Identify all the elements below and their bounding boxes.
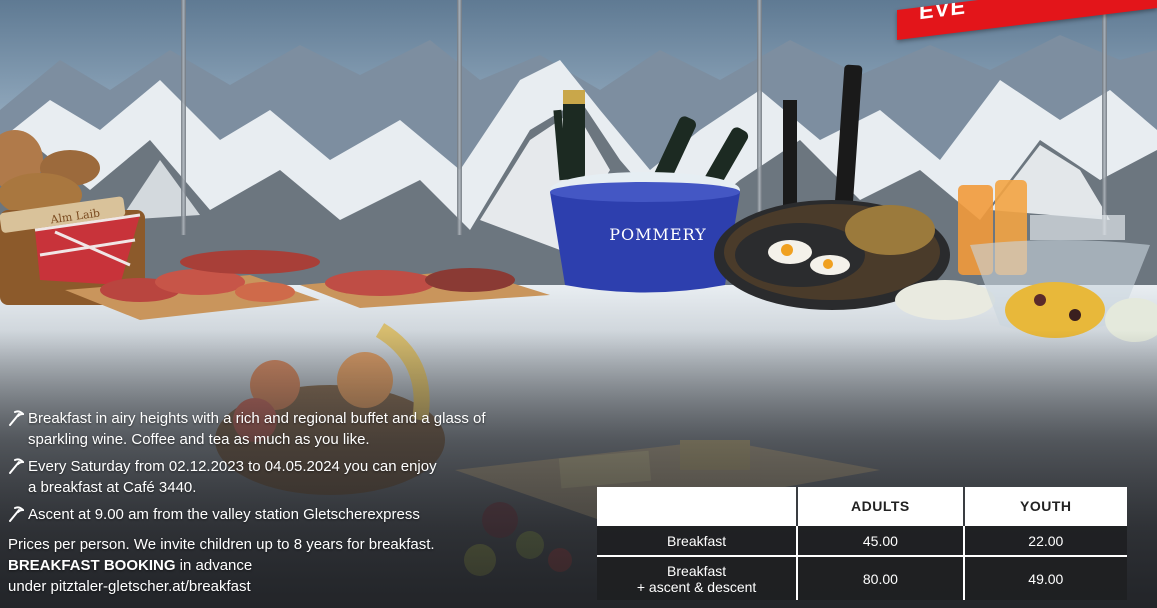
row-label-line1: Breakfast (667, 562, 727, 579)
header-empty (597, 487, 797, 525)
booking-url[interactable]: under pitztaler-gletscher.at/breakfast (8, 576, 588, 597)
booking-line: BREAKFAST BOOKING in advance (8, 555, 588, 576)
youth-price: 22.00 (962, 525, 1127, 556)
row-label-line2: + ascent & descent (636, 578, 757, 595)
row-label: Breakfast + ascent & descent (597, 556, 797, 600)
table-row: Breakfast + ascent & descent 80.00 49.00 (597, 556, 1127, 600)
info-text-block: Breakfast in airy heights with a rich an… (8, 408, 588, 597)
ice-axe-icon (9, 506, 24, 522)
youth-price: 49.00 (962, 556, 1127, 600)
info-bullet-breakfast: Breakfast in airy heights with a rich an… (8, 408, 588, 450)
booking-bold: BREAKFAST BOOKING (8, 557, 176, 574)
info-bullet-ascent: Ascent at 9.00 am from the valley statio… (8, 504, 588, 525)
table-row: Breakfast 45.00 22.00 (597, 525, 1127, 556)
bread-basket: Alm Laib (0, 130, 145, 305)
ice-axe-icon (9, 410, 24, 426)
bullet-ascent-text: Ascent at 9.00 am from the valley statio… (28, 506, 420, 523)
price-table: ADULTS YOUTH Breakfast 45.00 22.00 Break… (597, 487, 1127, 600)
booking-rest: in advance (175, 557, 253, 574)
bullet-dates-line2: a breakfast at Café 3440. (28, 479, 197, 496)
price-table-header: ADULTS YOUTH (597, 487, 1127, 525)
prices-note: Prices per person. We invite children up… (8, 536, 435, 553)
bullet-dates-line1: Every Saturday from 02.12.2023 to 04.05.… (28, 458, 437, 475)
ice-axe-icon (9, 458, 24, 474)
bullet-breakfast-line2: sparkling wine. Coffee and tea as much a… (28, 431, 370, 448)
adults-price: 45.00 (796, 525, 964, 556)
header-youth: YOUTH (962, 487, 1127, 525)
row-label: Breakfast (597, 525, 797, 556)
info-bullet-dates: Every Saturday from 02.12.2023 to 04.05.… (8, 456, 508, 498)
header-adults: ADULTS (796, 487, 964, 525)
bullet-breakfast-line1: Breakfast in airy heights with a rich an… (28, 410, 486, 427)
frying-pans (714, 64, 950, 310)
adults-price: 80.00 (796, 556, 964, 600)
bucket-brand: POMMERY (609, 225, 706, 244)
row-label-line1: Breakfast (667, 532, 727, 549)
